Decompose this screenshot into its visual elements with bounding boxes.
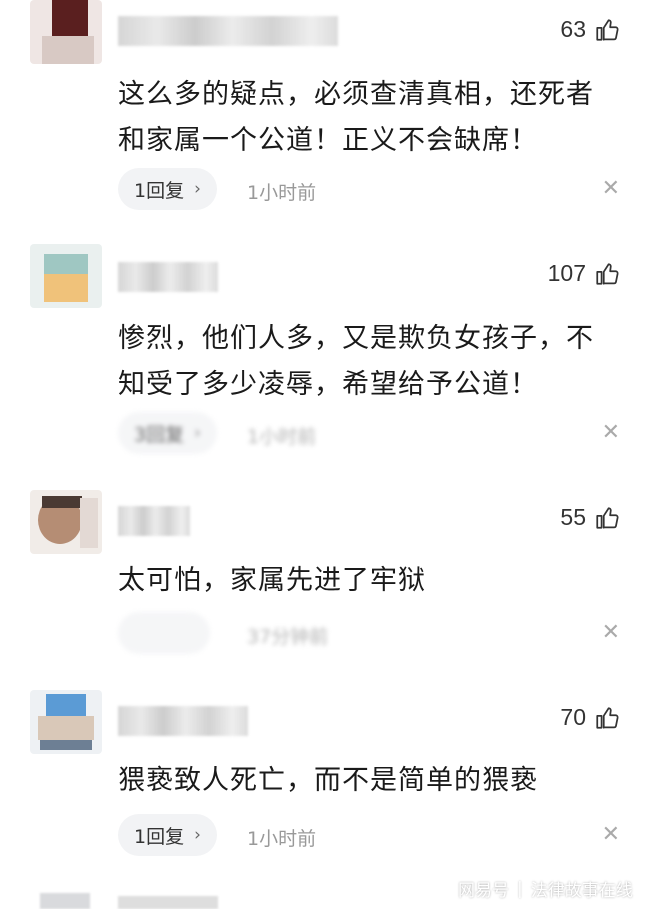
comment-time: 1小时前: [247, 182, 317, 204]
like-count-value: 70: [560, 704, 586, 730]
like-count-value: 63: [560, 16, 586, 42]
like-count[interactable]: 70: [560, 704, 620, 731]
username-blurred[interactable]: [118, 262, 218, 292]
comment-line: 和家属一个公道！正义不会缺席！: [118, 125, 538, 156]
comment-line: 猥亵致人死亡，而不是简单的猥亵: [118, 765, 538, 796]
comment-time: 37分钟前: [247, 626, 329, 648]
avatar-image: [30, 0, 102, 64]
username-blurred[interactable]: [118, 706, 248, 736]
comment-line: 惨烈，他们人多，又是欺负女孩子，不: [118, 323, 594, 354]
avatar[interactable]: [30, 244, 102, 308]
thumbs-up-icon: [596, 18, 619, 41]
username-blurred[interactable]: [118, 16, 338, 46]
reply-button[interactable]: 1回复 ›: [118, 814, 217, 856]
chevron-right-icon: ›: [194, 825, 201, 845]
reply-button[interactable]: 3回复 ›: [118, 412, 217, 454]
like-count[interactable]: 55: [560, 504, 620, 531]
thumbs-up-icon: [596, 506, 619, 529]
comment-line: 这么多的疑点，必须查清真相，还死者: [118, 79, 594, 110]
comment-text: 猥亵致人死亡，而不是简单的猥亵: [118, 758, 628, 804]
close-x-icon[interactable]: ✕: [602, 824, 620, 846]
avatar[interactable]: [30, 690, 102, 754]
thumbs-up-icon: [596, 706, 619, 729]
comment-time: 1小时前: [247, 426, 317, 448]
like-count[interactable]: 107: [548, 260, 620, 287]
avatar[interactable]: [40, 893, 90, 909]
username-blurred[interactable]: [118, 896, 218, 909]
reply-button[interactable]: 1回复 ›: [118, 168, 217, 210]
like-count[interactable]: 63: [560, 16, 620, 43]
reply-label: 1回复: [134, 179, 185, 202]
avatar-image: [30, 244, 102, 308]
comment-line: 知受了多少凌辱，希望给予公道！: [118, 369, 538, 400]
watermark: 网易号 | 法律故事在线: [458, 876, 633, 902]
watermark-account: 法律故事在线: [530, 881, 633, 901]
watermark-brand: 网易号: [458, 881, 509, 901]
comment-text: 太可怕，家属先进了牢狱: [118, 558, 628, 604]
close-x-icon[interactable]: ✕: [602, 178, 620, 200]
reply-label: 3回复: [134, 423, 185, 446]
close-x-icon[interactable]: ✕: [602, 622, 620, 644]
comment-text: 这么多的疑点，必须查清真相，还死者 和家属一个公道！正义不会缺席！: [118, 72, 628, 164]
avatar-image: [30, 690, 102, 754]
chevron-right-icon: ›: [194, 179, 201, 199]
comment-text: 惨烈，他们人多，又是欺负女孩子，不 知受了多少凌辱，希望给予公道！: [118, 316, 628, 408]
reply-label: 1回复: [134, 825, 185, 848]
avatar[interactable]: [30, 0, 102, 64]
like-count-value: 55: [560, 504, 586, 530]
avatar-image: [30, 490, 102, 554]
chevron-right-icon: ›: [194, 423, 201, 443]
thumbs-up-icon: [596, 262, 619, 285]
like-count-value: 107: [547, 260, 586, 286]
close-x-icon[interactable]: ✕: [602, 422, 620, 444]
username-blurred[interactable]: [118, 506, 190, 536]
comment-time: 1小时前: [247, 828, 317, 850]
comment-line: 太可怕，家属先进了牢狱: [118, 565, 426, 596]
avatar[interactable]: [30, 490, 102, 554]
watermark-separator: |: [517, 878, 523, 899]
reply-button[interactable]: [118, 612, 210, 654]
